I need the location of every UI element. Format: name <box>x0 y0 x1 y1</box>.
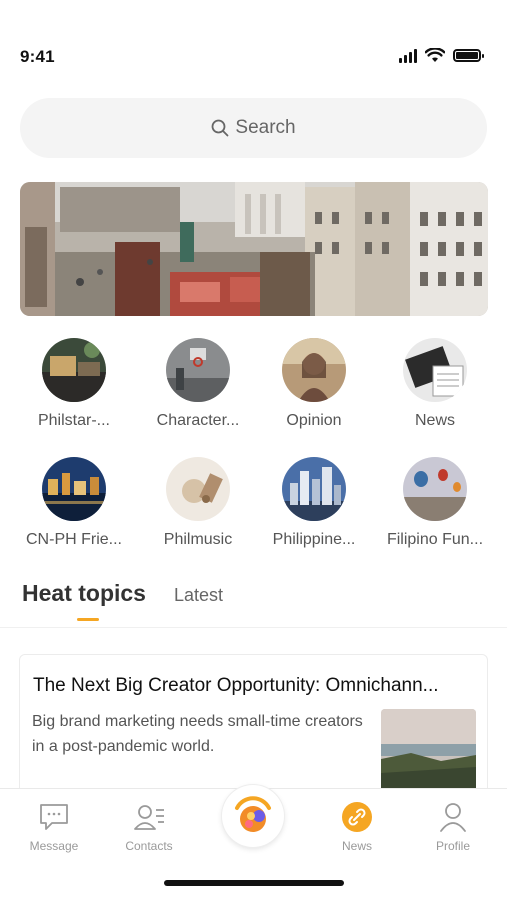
category-label: Opinion <box>286 412 342 429</box>
category-thumbnail <box>403 457 467 521</box>
wifi-icon <box>425 48 445 62</box>
tab-latest[interactable]: Latest <box>174 585 223 606</box>
nav-news[interactable]: News <box>317 801 397 853</box>
message-icon <box>40 804 68 830</box>
feed-tabs: Heat topics Latest <box>22 580 223 621</box>
active-tab-indicator <box>77 618 99 621</box>
article-card[interactable]: The Next Big Creator Opportunity: Omnich… <box>19 654 488 794</box>
category-philmusic[interactable]: Philmusic <box>138 457 258 549</box>
nav-contacts[interactable]: Contacts <box>109 801 189 853</box>
category-character[interactable]: Character... <box>138 338 258 430</box>
contacts-icon <box>134 805 164 830</box>
cellular-signal-icon <box>399 48 417 63</box>
divider <box>0 627 507 628</box>
category-thumbnail <box>166 338 230 402</box>
nav-profile-label: Profile <box>435 839 470 853</box>
status-bar: 9:41 <box>0 0 507 110</box>
article-title: The Next Big Creator Opportunity: Omnich… <box>33 675 439 696</box>
battery-icon <box>453 49 484 62</box>
category-label: Philmusic <box>163 531 233 548</box>
center-action-button[interactable] <box>222 785 284 847</box>
category-thumbnail <box>282 338 346 402</box>
search-label: Search <box>235 117 296 138</box>
nav-profile[interactable]: Profile <box>413 801 493 853</box>
category-thumbnail <box>282 457 346 521</box>
app-logo-icon <box>235 796 271 832</box>
category-thumbnail <box>403 338 467 402</box>
category-thumbnail <box>42 457 106 521</box>
nav-news-label: News <box>341 839 372 853</box>
category-label: Character... <box>156 412 240 429</box>
category-thumbnail <box>42 338 106 402</box>
category-label: Filipino Fun... <box>386 531 484 548</box>
tab-heat-topics-label: Heat topics <box>22 580 146 606</box>
status-time: 9:41 <box>20 47 55 66</box>
category-philippine[interactable]: Philippine... <box>254 457 374 549</box>
profile-icon <box>440 803 466 832</box>
category-label: CN-PH Frie... <box>26 531 122 548</box>
category-thumbnail <box>166 457 230 521</box>
nav-contacts-label: Contacts <box>125 839 173 853</box>
nav-message-label: Message <box>29 839 79 853</box>
article-description: Big brand marketing needs small-time cre… <box>32 713 363 755</box>
tab-heat-topics[interactable]: Heat topics <box>22 580 146 621</box>
category-cn-ph-friendship[interactable]: CN-PH Frie... <box>14 457 134 549</box>
category-news[interactable]: News <box>375 338 495 430</box>
banner-image[interactable] <box>20 182 488 316</box>
news-icon <box>342 802 372 832</box>
category-label: News <box>414 412 455 429</box>
category-label: Philippine... <box>272 531 356 548</box>
category-label: Philstar-... <box>37 412 110 429</box>
status-icons <box>399 48 484 63</box>
nav-message[interactable]: Message <box>14 801 94 853</box>
category-opinion[interactable]: Opinion <box>254 338 374 430</box>
home-indicator <box>164 880 344 886</box>
article-thumbnail <box>381 709 476 793</box>
search-bar[interactable]: Search <box>20 98 487 158</box>
search-icon <box>211 119 229 137</box>
category-filipino-fun[interactable]: Filipino Fun... <box>375 457 495 549</box>
category-philstar[interactable]: Philstar-... <box>14 338 134 430</box>
